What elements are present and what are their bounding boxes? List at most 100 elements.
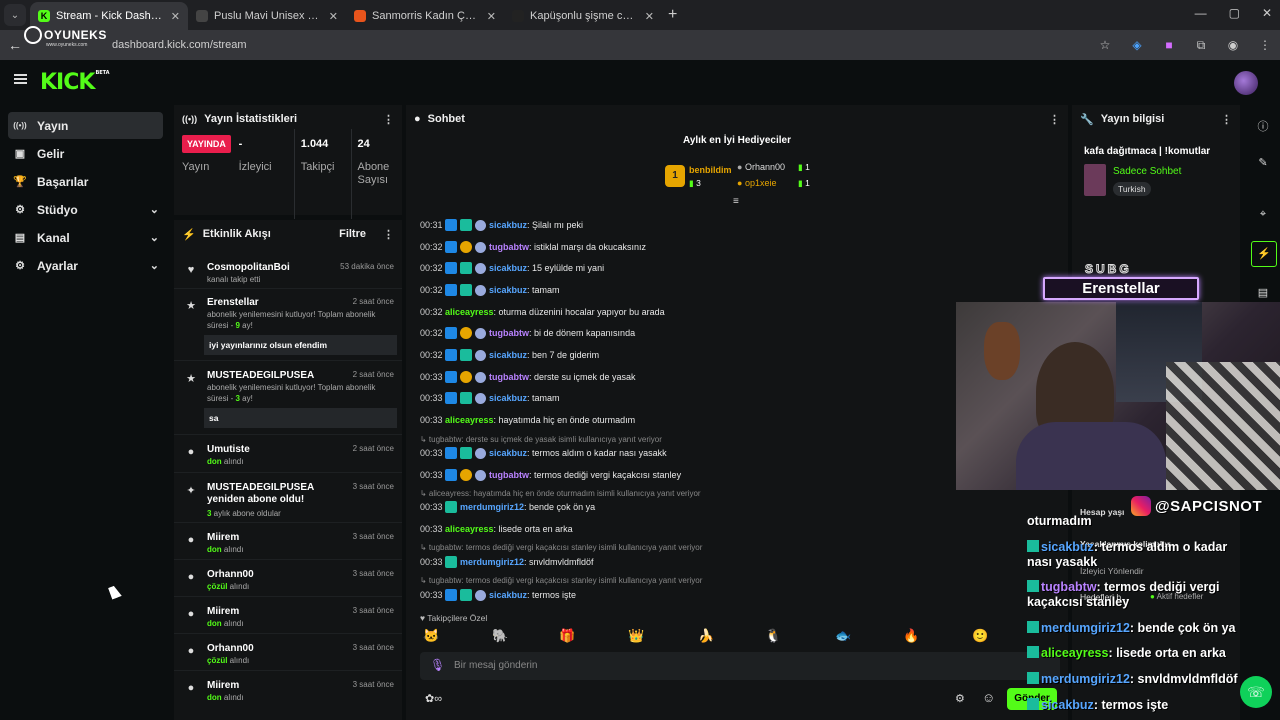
sidebar-item[interactable]: 🏆 Başarılar <box>8 168 163 195</box>
activity-username[interactable]: Miirem <box>207 680 349 692</box>
filter-button[interactable]: Filtre <box>339 228 366 240</box>
chat-username[interactable]: sicakbuz <box>489 590 527 600</box>
chat-username[interactable]: merdumgiriz12 <box>460 557 524 567</box>
chat-username[interactable]: tugbabtw <box>489 242 529 252</box>
chat-username[interactable]: sicakbuz <box>489 448 527 458</box>
activity-username[interactable]: Miirem <box>207 532 349 544</box>
chat-menu-icon[interactable]: ⋮ <box>1049 113 1060 126</box>
activity-menu-icon[interactable]: ⋮ <box>383 228 394 241</box>
chat-username[interactable]: merdumgiriz12 <box>460 502 524 512</box>
gifter-badge-icon: ● <box>737 162 743 172</box>
extension-app-icon[interactable]: ■ <box>1162 38 1176 53</box>
browser-tab[interactable]: Kapüşonlu şişme ceket - Cekel ✕ <box>504 2 662 30</box>
stream-info-menu-icon[interactable]: ⋮ <box>1221 113 1232 126</box>
blue-badge-icon <box>445 349 457 361</box>
stats-menu-icon[interactable]: ⋮ <box>383 113 394 126</box>
activity-type-icon: ★ <box>186 300 196 312</box>
chat-username[interactable]: tugbabtw <box>489 372 529 382</box>
chat-username[interactable]: aliceayress <box>445 524 494 534</box>
gifter-name[interactable]: op1xeie <box>745 178 777 188</box>
info-icon[interactable]: ⓘ <box>1256 118 1270 134</box>
gifter-name[interactable]: benbildim <box>689 165 732 175</box>
emote-icon[interactable]: 🐱 <box>423 628 439 644</box>
bookmark-star-icon[interactable]: ☆ <box>1098 38 1112 53</box>
activity-username[interactable]: Miirem <box>207 606 349 618</box>
activity-username[interactable]: Orhann00 <box>207 569 349 581</box>
capture-icon[interactable]: ⌖ <box>1256 208 1270 221</box>
mic-icon[interactable]: 🎙 <box>430 658 445 672</box>
emote-icon[interactable]: 🍌 <box>698 628 714 644</box>
emote-icon[interactable]: 🙂 <box>972 628 988 644</box>
sidebar-item[interactable]: ▤ Kanal ⌄ <box>8 224 163 251</box>
sidebar-item[interactable]: ((•)) Yayın <box>8 112 163 139</box>
tab-label: Puslu Mavi Unisex Çanta Mecl <box>214 10 323 22</box>
gift-name: don <box>207 619 222 628</box>
chevron-down-icon[interactable]: ⌄ <box>150 231 159 244</box>
gift-icon: ▮ <box>798 162 803 172</box>
chat-username[interactable]: sicakbuz <box>489 285 527 295</box>
sidebar-item[interactable]: ⚙ Stüdyo ⌄ <box>8 196 163 223</box>
emote-picker-icon[interactable]: ☺ <box>982 690 995 705</box>
support-chat-icon[interactable]: ☏ <box>1240 676 1272 708</box>
emote-icon[interactable]: 🐟 <box>835 628 851 644</box>
activity-username[interactable]: MUSTEADEGILPUSEA yeniden abone oldu! <box>207 482 349 506</box>
chat-username[interactable]: sicakbuz <box>489 220 527 230</box>
extensions-puzzle-icon[interactable]: ⧉ <box>1194 38 1208 53</box>
activity-desc-text: alındı <box>221 457 244 466</box>
chat-text: : bende çok ön ya <box>524 502 596 512</box>
back-arrow-icon[interactable]: ← <box>8 37 24 53</box>
tab-close-icon[interactable]: ✕ <box>329 10 338 23</box>
activity-username[interactable]: Umutiste <box>207 444 349 456</box>
browser-tab[interactable]: Sanmorris Kadın Çok Gözlü Kul ✕ <box>346 2 504 30</box>
menu-hamburger-icon[interactable] <box>14 74 27 84</box>
chat-username[interactable]: aliceayress <box>445 415 494 425</box>
chat-username[interactable]: sicakbuz <box>489 263 527 273</box>
activity-username[interactable]: Erenstellar <box>207 297 349 309</box>
quick-actions-icon[interactable]: ⚡ <box>1251 241 1277 267</box>
chat-username[interactable]: aliceayress <box>445 307 494 317</box>
emote-icon[interactable]: 👑 <box>628 628 644 644</box>
edit-icon[interactable]: ✎ <box>1256 156 1270 169</box>
activity-desc-text: abonelik yenilemesini kutluyor! Toplam a… <box>207 310 376 330</box>
emote-icon[interactable]: 🐘 <box>492 628 508 644</box>
activity-username[interactable]: CosmopolitanBoi <box>207 262 349 274</box>
maximize-icon[interactable]: ▢ <box>1229 6 1240 20</box>
close-window-icon[interactable]: ✕ <box>1262 6 1272 20</box>
sidebar-item[interactable]: ▣ Gelir <box>8 140 163 167</box>
tab-close-icon[interactable]: ✕ <box>487 10 496 23</box>
tab-close-icon[interactable]: ✕ <box>645 10 654 23</box>
extension-translate-icon[interactable]: ◈ <box>1130 38 1144 53</box>
chat-username[interactable]: sicakbuz <box>489 393 527 403</box>
chat-input-box[interactable]: 🎙 Bir mesaj gönderin <box>420 652 1060 680</box>
profile-icon[interactable]: ◉ <box>1226 38 1240 53</box>
category-link[interactable]: Sadece Sohbet <box>1113 166 1181 177</box>
chat-settings-icon[interactable]: ⚙ <box>955 692 965 705</box>
chat-gift-icon[interactable]: ✿∞ <box>425 692 442 705</box>
chat-username[interactable]: tugbabtw <box>489 470 529 480</box>
emote-icon[interactable]: 🔥 <box>903 628 919 644</box>
gifter-name[interactable]: Orhann00 <box>745 162 785 172</box>
user-avatar[interactable] <box>1234 71 1258 95</box>
chevron-down-icon[interactable]: ⌄ <box>150 259 159 272</box>
browser-tab[interactable]: Puslu Mavi Unisex Çanta Mecl ✕ <box>188 2 346 30</box>
chevron-down-icon[interactable]: ⌄ <box>150 203 159 216</box>
url-field[interactable]: dashboard.kick.com/stream <box>112 39 247 51</box>
emote-icon[interactable]: 🎁 <box>559 628 575 644</box>
tab-search-icon[interactable]: ⌄ <box>4 4 26 26</box>
collapse-icon[interactable]: ≡ <box>733 196 739 207</box>
kick-logo[interactable]: KICKBETA <box>40 70 110 95</box>
browser-menu-icon[interactable]: ⋮ <box>1258 38 1272 53</box>
activity-username[interactable]: MUSTEADEGILPUSEA <box>207 370 349 382</box>
activity-message: iyi yayınlarınız olsun efendim <box>204 335 397 355</box>
chat-username[interactable]: tugbabtw <box>489 328 529 338</box>
notes-icon[interactable]: ▤ <box>1256 286 1270 299</box>
activity-username[interactable]: Orhann00 <box>207 643 349 655</box>
divider <box>174 360 402 361</box>
minimize-icon[interactable]: — <box>1195 6 1207 20</box>
emote-icon[interactable]: 🐧 <box>765 628 781 644</box>
sidebar-item[interactable]: ⚙ Ayarlar ⌄ <box>8 252 163 279</box>
new-tab-icon[interactable]: + <box>668 6 677 24</box>
chat-username[interactable]: sicakbuz <box>489 350 527 360</box>
tab-close-icon[interactable]: ✕ <box>171 10 180 23</box>
overlay-username: merdumgiriz12 <box>1041 621 1130 635</box>
